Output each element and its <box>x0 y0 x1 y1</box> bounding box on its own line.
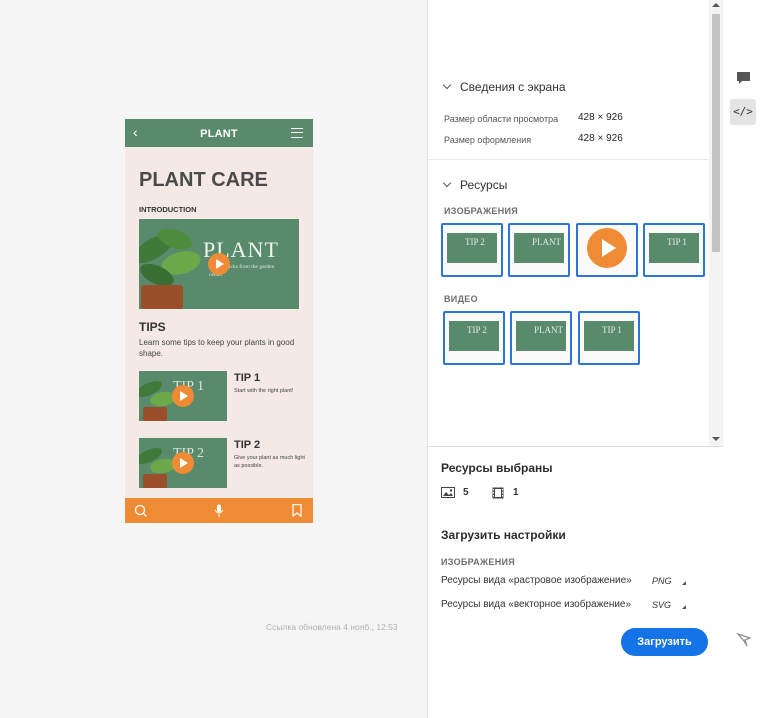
microphone-icon[interactable] <box>214 504 224 519</box>
download-section: Ресурсы выбраны 5 1 Загрузить настройки … <box>428 446 723 718</box>
tip-video-thumbnail: TIP 1 <box>139 371 227 421</box>
phone-header-title: PLANT <box>200 128 238 140</box>
image-asset[interactable]: TIP 1 <box>643 223 705 277</box>
intro-label: INTRODUCTION <box>139 205 197 214</box>
asset-thumbnail: PLANT <box>516 321 566 351</box>
image-asset-play[interactable] <box>576 223 638 277</box>
chevron-down-icon <box>442 80 452 90</box>
phone-footer <box>125 498 313 523</box>
screen-info-title: Сведения с экрана <box>460 80 566 94</box>
download-settings-title: Загрузить настройки <box>441 528 566 542</box>
video-asset[interactable]: PLANT <box>510 311 572 365</box>
tips-description: Learn some tips to keep your plants in g… <box>139 338 295 358</box>
video-section-label: ВИДЕО <box>444 294 478 304</box>
play-icon[interactable] <box>172 385 194 407</box>
selected-images-count: 5 <box>463 487 469 498</box>
phone-page-title: PLANT CARE <box>139 169 268 191</box>
asset-thumbnail: TIP 1 <box>649 233 699 263</box>
play-icon[interactable] <box>208 253 230 275</box>
right-rail: </> <box>723 0 762 718</box>
tip-title: TIP 2 <box>234 439 261 451</box>
image-icon <box>441 487 455 501</box>
raster-option-label: Ресурсы вида «растровое изображение» <box>441 575 632 586</box>
link-updated-status: Ссылка обновлена 4 нояб., 12:53 <box>266 622 398 632</box>
screen-info-header[interactable]: Сведения с экрана <box>442 80 566 94</box>
play-icon <box>587 228 627 268</box>
inspect-panel: Сведения с экрана Размер области просмот… <box>427 0 723 718</box>
dropdown-caret-icon[interactable] <box>682 605 686 609</box>
dropdown-caret-icon[interactable] <box>682 581 686 585</box>
intro-video-thumbnail: PLANT Tips & tricks from the garden cent… <box>139 219 299 309</box>
asset-thumb-text: TIP 2 <box>467 325 487 335</box>
download-images-label: ИЗОБРАЖЕНИЯ <box>441 557 516 567</box>
asset-thumb-text: PLANT <box>534 325 563 335</box>
tip-video-thumbnail: TIP 2 <box>139 438 227 488</box>
viewport-size-value: 428 × 926 <box>578 112 623 123</box>
raster-format-select[interactable]: PNG <box>652 576 672 586</box>
phone-artboard[interactable]: ‹ PLANT PLANT CARE INTRODUCTION PLANT Ti… <box>125 119 313 523</box>
asset-thumb-text: TIP 1 <box>602 325 622 335</box>
asset-thumb-text: PLANT <box>532 237 561 247</box>
tip-description: Start with the right plant! <box>234 388 294 394</box>
play-icon[interactable] <box>172 452 194 474</box>
search-icon[interactable] <box>134 504 147 519</box>
hamburger-menu-icon <box>291 128 303 138</box>
images-section-label: ИЗОБРАЖЕНИЯ <box>444 206 519 216</box>
preview-canvas: ‹ PLANT PLANT CARE INTRODUCTION PLANT Ti… <box>0 0 427 718</box>
image-asset[interactable]: TIP 2 <box>441 223 503 277</box>
selected-resources-title: Ресурсы выбраны <box>441 461 553 475</box>
film-icon <box>492 487 504 502</box>
asset-thumbnail: TIP 2 <box>447 233 497 263</box>
asset-thumbnail: TIP 1 <box>584 321 634 351</box>
asset-thumb-text: TIP 1 <box>667 237 687 247</box>
phone-header: ‹ PLANT <box>125 119 313 147</box>
vector-format-select[interactable]: SVG <box>652 600 671 610</box>
comment-icon[interactable] <box>736 71 751 86</box>
resources-title: Ресурсы <box>460 178 508 192</box>
video-asset[interactable]: TIP 1 <box>578 311 640 365</box>
panel-scrollbar[interactable] <box>709 0 723 446</box>
tips-title: TIPS <box>139 320 166 334</box>
asset-thumbnail: TIP 2 <box>449 321 499 351</box>
scroll-up-arrow-icon[interactable] <box>712 3 720 7</box>
tip-description: Give your plant as much light as possibl… <box>234 455 305 469</box>
video-asset[interactable]: TIP 2 <box>443 311 505 365</box>
scroll-thumb[interactable] <box>712 14 720 252</box>
vector-option-label: Ресурсы вида «векторное изображение» <box>441 599 632 610</box>
download-button[interactable]: Загрузить <box>621 628 708 656</box>
design-size-value: 428 × 926 <box>578 133 623 144</box>
tip-title: TIP 1 <box>234 372 261 384</box>
selected-videos-count: 1 <box>513 487 519 498</box>
scroll-down-arrow-icon[interactable] <box>712 437 720 441</box>
pin-icon[interactable] <box>736 632 752 648</box>
panel-scroll-area: Сведения с экрана Размер области просмот… <box>428 0 709 440</box>
code-icon[interactable]: </> <box>730 99 756 125</box>
chevron-down-icon <box>442 178 452 188</box>
bookmark-icon[interactable] <box>292 504 302 519</box>
divider <box>428 159 709 160</box>
design-size-label: Размер оформления <box>444 135 532 145</box>
asset-thumbnail: PLANT <box>514 233 564 263</box>
resources-header[interactable]: Ресурсы <box>442 178 508 192</box>
viewport-size-label: Размер области просмотра <box>444 114 559 124</box>
asset-thumb-text: TIP 2 <box>465 237 485 247</box>
image-asset[interactable]: PLANT <box>508 223 570 277</box>
